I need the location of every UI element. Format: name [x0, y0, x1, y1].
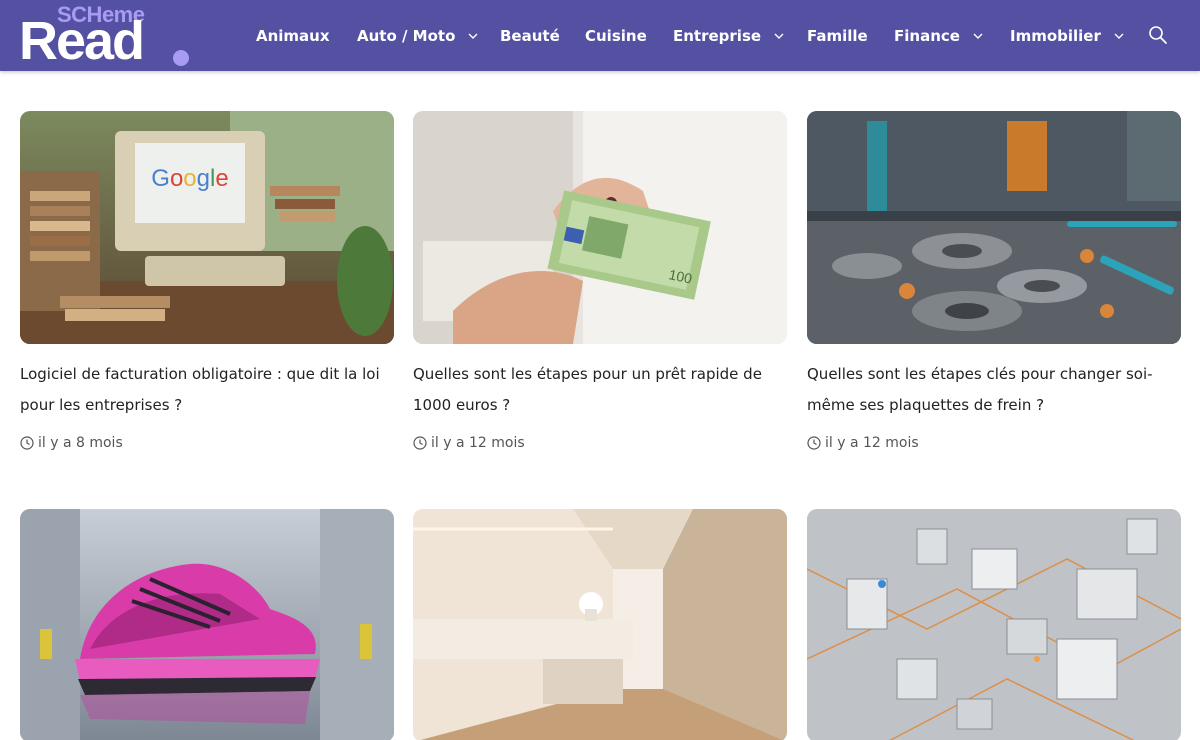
main-nav: Animaux Auto / Moto Beauté Cuisine Entre…	[0, 0, 1200, 71]
article-image-shoe[interactable]	[20, 509, 394, 740]
article-image-computer[interactable]: Google	[20, 111, 394, 344]
article-image-hallway[interactable]	[413, 509, 787, 740]
search-icon[interactable]	[1148, 25, 1168, 45]
nav-item-label: Immobilier	[1010, 26, 1101, 45]
nav-item-entreprise[interactable]: Entreprise	[673, 0, 784, 71]
nav-item-label: Entreprise	[673, 26, 762, 45]
nav-item-famille[interactable]: Famille	[807, 0, 868, 71]
article-date: il y a 8 mois	[20, 433, 123, 453]
nav-item-cuisine[interactable]: Cuisine	[585, 0, 647, 71]
chevron-down-icon[interactable]	[973, 29, 983, 42]
clock-icon	[413, 436, 427, 450]
article-date: il y a 12 mois	[413, 433, 525, 453]
nav-item-immobilier[interactable]: Immobilier	[1010, 0, 1124, 71]
nav-item-auto-moto[interactable]: Auto / Moto	[357, 0, 478, 71]
article-image-circuit-city[interactable]	[807, 509, 1181, 740]
article-date-text: il y a 8 mois	[38, 435, 123, 451]
nav-item-beaute[interactable]: Beauté	[500, 0, 560, 71]
nav-item-finance[interactable]: Finance	[894, 0, 983, 71]
nav-item-animaux[interactable]: Animaux	[256, 0, 330, 71]
article-title[interactable]: Quelles sont les étapes pour un prêt rap…	[413, 359, 787, 421]
article-image-banknote[interactable]: 100	[413, 111, 787, 344]
article-date-text: il y a 12 mois	[431, 435, 525, 451]
article-date-text: il y a 12 mois	[825, 435, 919, 451]
chevron-down-icon[interactable]	[468, 29, 478, 42]
nav-item-label: Animaux	[256, 26, 330, 45]
nav-item-label: Famille	[807, 26, 868, 45]
nav-item-label: Cuisine	[585, 26, 647, 45]
article-title[interactable]: Logiciel de facturation obligatoire : qu…	[20, 359, 394, 421]
clock-icon	[20, 436, 34, 450]
nav-item-label: Beauté	[500, 26, 560, 45]
nav-item-label: Auto / Moto	[357, 26, 456, 45]
article-image-brakes[interactable]	[807, 111, 1181, 344]
article-title[interactable]: Quelles sont les étapes clés pour change…	[807, 359, 1181, 421]
clock-icon	[807, 436, 821, 450]
chevron-down-icon[interactable]	[774, 29, 784, 42]
article-date: il y a 12 mois	[807, 433, 919, 453]
site-header: SCHeme Read Animaux Auto / Moto Beauté C…	[0, 0, 1200, 71]
svg-text:Google: Google	[151, 165, 228, 192]
nav-item-label: Finance	[894, 26, 960, 45]
chevron-down-icon[interactable]	[1114, 29, 1124, 42]
